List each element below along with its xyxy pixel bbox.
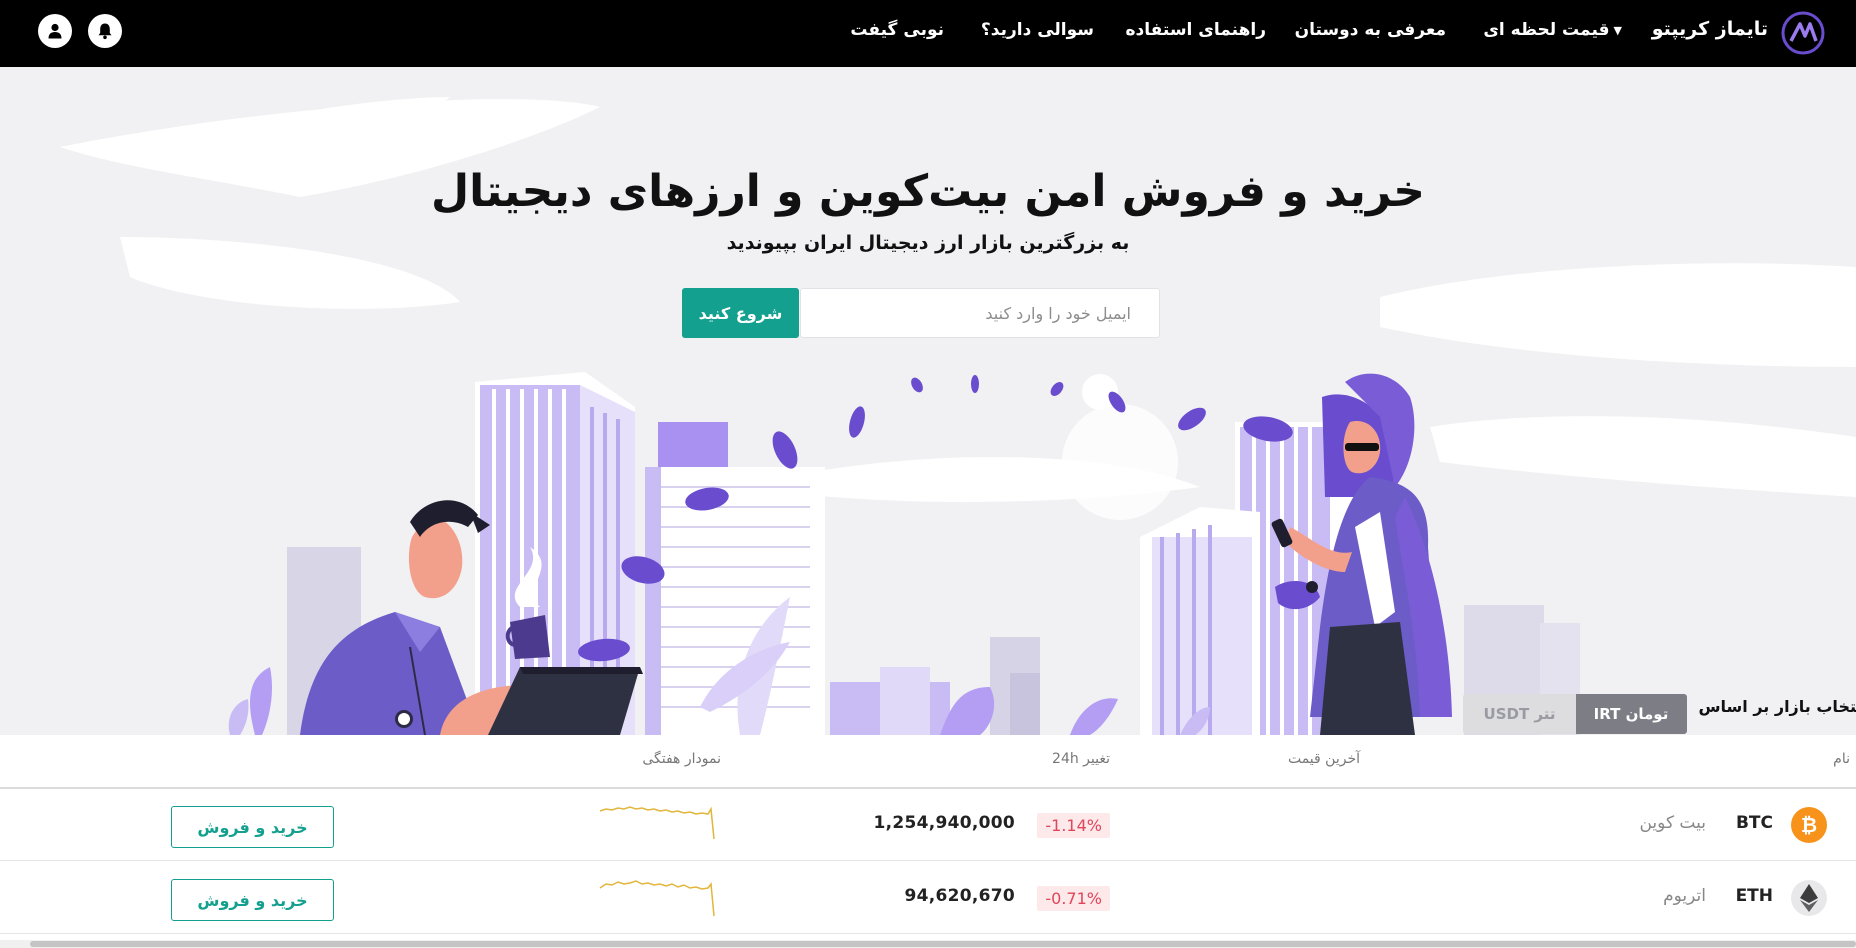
user-icon (48, 23, 62, 39)
coin-name: بیت کوین (1639, 813, 1706, 833)
column-header-change: تغییر 24h (1052, 751, 1110, 767)
profile-button[interactable] (38, 14, 72, 48)
hero-title: خرید و فروش امن بیت‌کوین و ارزهای دیجیتا… (431, 166, 1425, 217)
coin-name: اتریوم (1663, 886, 1706, 906)
weekly-sparkline (599, 806, 715, 840)
column-header-price: آخرین قیمت (1287, 751, 1360, 767)
column-header-name: نام (1833, 751, 1850, 767)
change-badge: -1.14% (1037, 813, 1110, 838)
caret-down-icon: ▼ (1613, 23, 1622, 37)
table-row-eth[interactable]: ETH اتریوم 94,620,670 -0.71% خرید و فروش (0, 862, 1856, 934)
change-badge: -0.71% (1037, 886, 1110, 911)
nav-live-prices[interactable]: قیمت لحظه ای ▼ (1483, 20, 1622, 40)
bitcoin-icon: ₿ (1791, 807, 1827, 843)
market-irt-tab[interactable]: تومان IRT (1575, 694, 1687, 734)
start-button[interactable]: شروع کنید (682, 288, 799, 338)
ethereum-icon (1791, 880, 1827, 916)
coin-symbol: BTC (1735, 813, 1773, 833)
brand-name[interactable]: تایماز کریپتو (1652, 18, 1768, 40)
column-header-weekly-chart: نمودار هفتگی (642, 751, 721, 767)
nav-refer-friends[interactable]: معرفی به دوستان (1295, 20, 1446, 40)
coin-change: -1.14% (1037, 813, 1110, 838)
coin-change: -0.71% (1037, 886, 1110, 911)
weekly-sparkline (599, 880, 715, 917)
logo-icon[interactable] (1780, 10, 1826, 56)
trade-button[interactable]: خرید و فروش (171, 806, 334, 848)
email-input[interactable] (801, 289, 1159, 337)
market-usdt-tab[interactable]: تتر USDT (1463, 694, 1576, 734)
nav-noobie-gift[interactable]: نوبی گیفت (850, 20, 944, 40)
coin-price: 1,254,940,000 (873, 813, 1015, 833)
trade-button[interactable]: خرید و فروش (171, 879, 334, 921)
nav-user-guide[interactable]: راهنمای استفاده (1126, 20, 1266, 40)
nav-live-prices-label: قیمت لحظه ای (1483, 20, 1610, 40)
market-selector-label: انتخاب بازار بر اساس (1698, 697, 1856, 716)
coin-price: 94,620,670 (904, 886, 1015, 906)
market-table: نام آخرین قیمت تغییر 24h نمودار هفتگی ₿ … (0, 735, 1856, 948)
table-row-btc[interactable]: ₿ BTC بیت کوین 1,254,940,000 -1.14% خرید… (0, 789, 1856, 861)
notification-button[interactable] (88, 14, 122, 48)
horizontal-scrollbar-thumb[interactable] (30, 941, 1856, 947)
hero-subtitle: به بزرگترین بازار ارز دیجیتال ایران بپیو… (726, 232, 1130, 254)
ethereum-diamond (1800, 884, 1818, 912)
top-navbar: تایماز کریپتو قیمت لحظه ای ▼ معرفی به دوس… (0, 0, 1856, 67)
nav-faq[interactable]: سوالی دارید؟ (981, 20, 1094, 40)
email-field-wrapper (800, 288, 1160, 338)
coin-symbol: ETH (1735, 886, 1773, 906)
hero-section: خرید و فروش امن بیت‌کوین و ارزهای دیجیتا… (0, 67, 1856, 735)
bell-icon (98, 23, 112, 40)
